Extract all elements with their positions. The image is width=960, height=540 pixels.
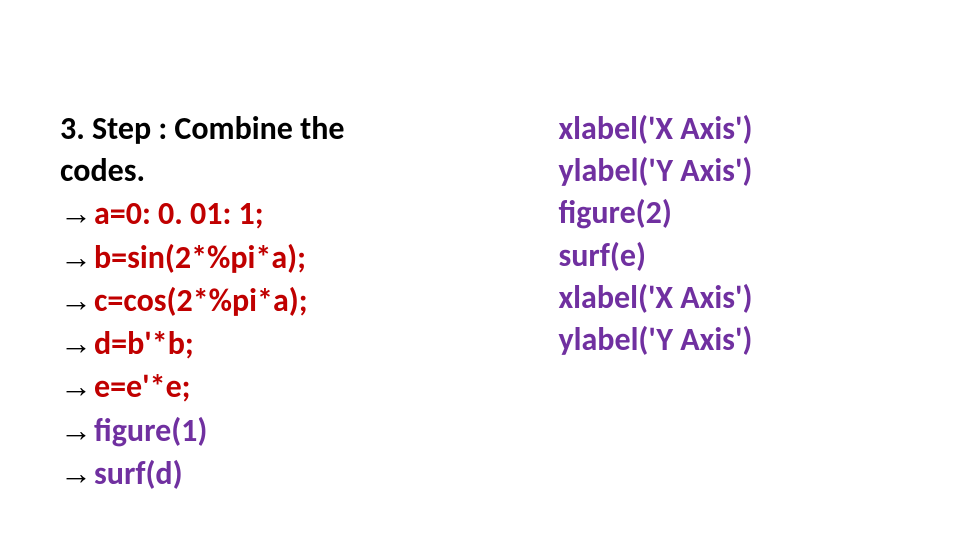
code-line: → d=b'*b; bbox=[60, 322, 458, 365]
code-text: xlabel('X Axis') bbox=[558, 277, 900, 319]
code-line: → a=0: 0. 01: 1; bbox=[60, 192, 458, 235]
slide: 3. Step : Combine the codes. → a=0: 0. 0… bbox=[0, 0, 960, 540]
code-line: → c=cos(2*%pi*a); bbox=[60, 279, 458, 322]
code-line: → b=sin(2*%pi*a); bbox=[60, 236, 458, 279]
code-text: xlabel('X Axis') bbox=[558, 108, 900, 150]
step-heading-line2: codes. bbox=[60, 150, 458, 192]
arrow-icon: → bbox=[60, 452, 92, 494]
arrow-icon: → bbox=[60, 365, 92, 407]
code-line: → e=e'*e; bbox=[60, 365, 458, 408]
code-text: ylabel('Y Axis') bbox=[558, 319, 900, 361]
code-text: surf(e) bbox=[558, 235, 900, 277]
code-text: figure(1) bbox=[94, 410, 207, 452]
step-heading-line1: 3. Step : Combine the bbox=[60, 108, 458, 150]
left-column: 3. Step : Combine the codes. → a=0: 0. 0… bbox=[60, 108, 458, 495]
arrow-icon: → bbox=[60, 279, 92, 321]
code-text: figure(2) bbox=[558, 192, 900, 234]
right-column: xlabel('X Axis') ylabel('Y Axis') figure… bbox=[558, 108, 900, 361]
code-text: b=sin(2*%pi*a); bbox=[94, 237, 306, 279]
code-text: surf(d) bbox=[94, 453, 183, 495]
code-line: → surf(d) bbox=[60, 452, 458, 495]
arrow-icon: → bbox=[60, 236, 92, 278]
code-text: c=cos(2*%pi*a); bbox=[94, 280, 308, 322]
arrow-icon: → bbox=[60, 322, 92, 364]
code-text: e=e'*e; bbox=[94, 366, 191, 408]
code-line: → figure(1) bbox=[60, 409, 458, 452]
arrow-icon: → bbox=[60, 192, 92, 234]
arrow-icon: → bbox=[60, 409, 92, 451]
code-text: a=0: 0. 01: 1; bbox=[94, 193, 264, 235]
code-text: ylabel('Y Axis') bbox=[558, 150, 900, 192]
code-text: d=b'*b; bbox=[94, 323, 194, 365]
